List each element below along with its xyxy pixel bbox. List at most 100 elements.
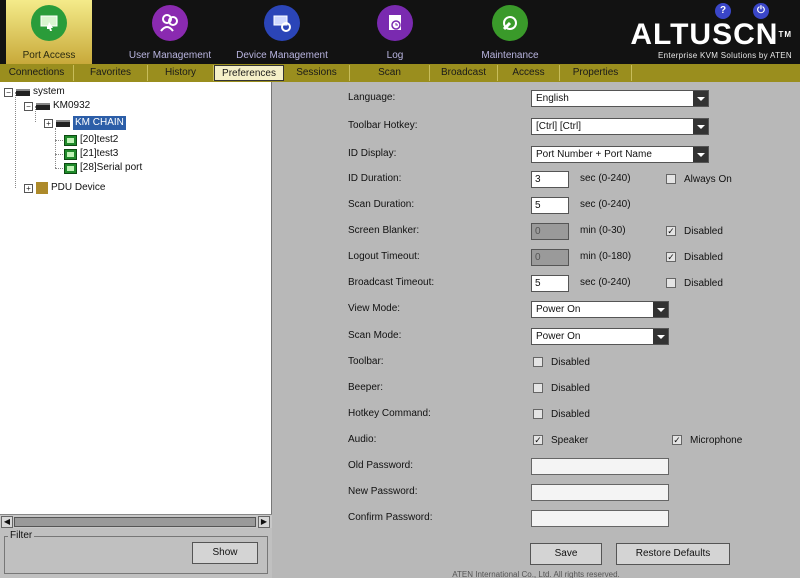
toolbar-label: Toolbar: — [348, 356, 384, 367]
scroll-thumb[interactable] — [14, 517, 256, 527]
tree-horizontal-scrollbar[interactable]: ◀ ▶ — [0, 514, 272, 528]
logout-timeout-label: Logout Timeout: — [348, 251, 420, 262]
top-menu-bar: Port Access User Management Device Manag… — [0, 0, 800, 64]
tab-broadcast[interactable]: Broadcast — [430, 65, 498, 81]
sub-tab-bar: Connections Favorites History Preference… — [0, 64, 800, 82]
tree-node-chain[interactable]: + KM CHAIN — [44, 116, 126, 130]
speaker-checkbox[interactable]: ✓ — [533, 435, 543, 445]
menu-user-management[interactable]: User Management — [120, 0, 220, 64]
menu-device-management[interactable]: Device Management — [228, 0, 336, 64]
beeper-disabled-checkbox[interactable] — [533, 383, 543, 393]
collapse-icon[interactable]: − — [4, 87, 13, 97]
restore-defaults-button[interactable]: Restore Defaults — [616, 543, 730, 565]
broadcast-timeout-input[interactable]: 5 — [531, 275, 569, 292]
kvm-chain-icon — [56, 119, 70, 127]
save-button[interactable]: Save — [530, 543, 602, 565]
help-icon[interactable]: ? — [715, 3, 731, 19]
monitor-hand-icon — [31, 5, 67, 41]
toolbar-disabled-option[interactable]: Disabled — [533, 353, 590, 371]
screen-blanker-input[interactable]: 0 — [531, 223, 569, 240]
language-select[interactable]: English — [531, 90, 709, 107]
chevron-down-icon[interactable] — [693, 147, 708, 162]
tab-scan[interactable]: Scan — [350, 65, 430, 81]
view-mode-select[interactable]: Power On — [531, 301, 669, 318]
tab-properties[interactable]: Properties — [560, 65, 632, 81]
new-password-field[interactable] — [531, 484, 669, 501]
scroll-right-icon[interactable]: ▶ — [258, 516, 270, 528]
tree-line — [55, 140, 63, 141]
tab-connections[interactable]: Connections — [0, 65, 74, 81]
beeper-disabled-option[interactable]: Disabled — [533, 379, 590, 397]
speaker-option[interactable]: ✓ Speaker — [533, 431, 588, 449]
device-gear-icon — [264, 5, 300, 41]
expand-icon[interactable]: + — [24, 183, 33, 193]
tree-line — [55, 168, 63, 169]
hotkey-command-disabled-option[interactable]: Disabled — [533, 405, 590, 423]
expand-icon[interactable]: + — [44, 118, 53, 128]
chevron-down-icon[interactable] — [693, 91, 708, 106]
tab-preferences[interactable]: Preferences — [214, 65, 284, 81]
logout-timeout-range: min (0-180) — [580, 251, 632, 262]
chevron-down-icon[interactable] — [653, 329, 668, 344]
broadcast-timeout-disabled-checkbox[interactable] — [666, 278, 676, 288]
hotkey-command-disabled-label: Disabled — [551, 408, 590, 420]
id-display-select[interactable]: Port Number + Port Name — [531, 146, 709, 163]
collapse-icon[interactable]: − — [24, 101, 33, 111]
brand-trademark: TM — [778, 30, 792, 39]
chevron-down-icon[interactable] — [653, 302, 668, 317]
logout-icon[interactable]: ⏻ — [753, 3, 769, 19]
scan-mode-select[interactable]: Power On — [531, 328, 669, 345]
screen-blanker-label: Screen Blanker: — [348, 225, 420, 236]
log-clock-icon — [377, 5, 413, 41]
logout-timeout-disabled-option[interactable]: ✓ Disabled — [666, 248, 723, 266]
always-on-checkbox[interactable] — [666, 174, 676, 184]
toolbar-hotkey-select[interactable]: [Ctrl] [Ctrl] — [531, 118, 709, 135]
menu-maintenance[interactable]: Maintenance — [470, 0, 550, 64]
tab-sessions[interactable]: Sessions — [284, 65, 350, 81]
tab-favorites[interactable]: Favorites — [74, 65, 148, 81]
chevron-down-icon[interactable] — [693, 119, 708, 134]
microphone-checkbox[interactable]: ✓ — [672, 435, 682, 445]
logout-timeout-input[interactable]: 0 — [531, 249, 569, 266]
confirm-password-label: Confirm Password: — [348, 512, 433, 523]
scroll-left-icon[interactable]: ◀ — [1, 516, 13, 528]
old-password-field[interactable] — [531, 458, 669, 475]
id-display-label: ID Display: — [348, 148, 397, 159]
wrench-icon — [492, 5, 528, 41]
toolbar-disabled-checkbox[interactable] — [533, 357, 543, 367]
scan-duration-input[interactable]: 5 — [531, 197, 569, 214]
port-monitor-icon — [64, 162, 77, 174]
broadcast-timeout-disabled-label: Disabled — [684, 277, 723, 289]
show-button[interactable]: Show — [192, 542, 258, 564]
microphone-label: Microphone — [690, 434, 743, 446]
tree-node-port[interactable]: [20]test2 — [64, 133, 118, 147]
toolbar-hotkey-value: [Ctrl] [Ctrl] — [536, 121, 581, 132]
scan-mode-label: Scan Mode: — [348, 330, 402, 341]
menu-log[interactable]: Log — [355, 0, 435, 64]
tree-node-host[interactable]: − KM0932 — [24, 99, 90, 113]
tree-label-chain: KM CHAIN — [73, 116, 126, 130]
menu-port-access[interactable]: Port Access — [6, 0, 92, 64]
confirm-password-field[interactable] — [531, 510, 669, 527]
screen-blanker-disabled-option[interactable]: ✓ Disabled — [666, 222, 723, 240]
broadcast-timeout-disabled-option[interactable]: Disabled — [666, 274, 723, 292]
id-duration-label: ID Duration: — [348, 173, 402, 184]
tree-node-system[interactable]: − system — [4, 85, 65, 99]
tab-access[interactable]: Access — [498, 65, 560, 81]
id-duration-input[interactable]: 3 — [531, 171, 569, 188]
tree-label-port: [21]test3 — [80, 148, 119, 159]
tab-history[interactable]: History — [148, 65, 214, 81]
microphone-option[interactable]: ✓ Microphone — [672, 431, 742, 449]
hotkey-command-disabled-checkbox[interactable] — [533, 409, 543, 419]
logout-timeout-disabled-checkbox[interactable]: ✓ — [666, 252, 676, 262]
tree-node-pdu[interactable]: + PDU Device — [24, 181, 105, 195]
tree-node-port[interactable]: [21]test3 — [64, 147, 118, 161]
always-on-option[interactable]: Always On — [666, 170, 732, 188]
screen-blanker-disabled-checkbox[interactable]: ✓ — [666, 226, 676, 236]
tree-node-port[interactable]: [28]Serial port — [64, 161, 142, 175]
broadcast-timeout-label: Broadcast Timeout: — [348, 277, 435, 288]
filter-legend: Filter — [8, 530, 35, 541]
brand-name: ALTUSCN — [630, 18, 779, 51]
menu-device-management-label: Device Management — [236, 50, 328, 61]
view-mode-value: Power On — [536, 304, 581, 315]
